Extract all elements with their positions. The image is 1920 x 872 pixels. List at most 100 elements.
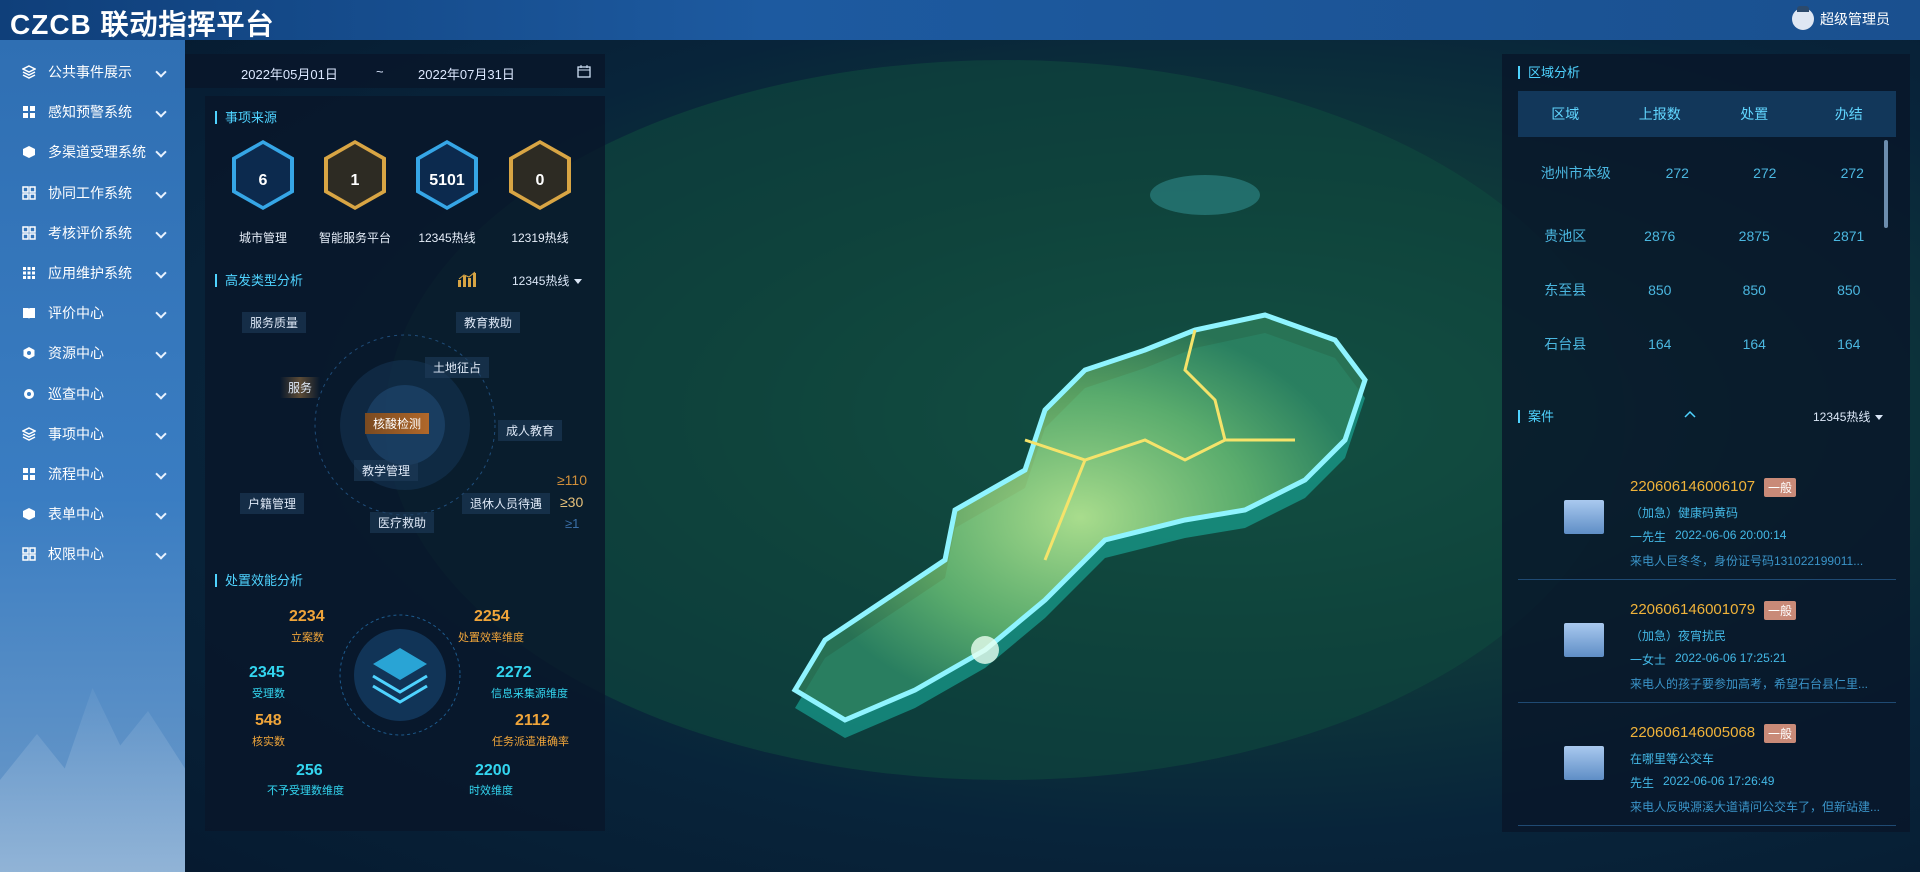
- chevron-up-icon[interactable]: [1683, 409, 1697, 419]
- source-value: 5101: [420, 144, 474, 206]
- sidebar-item-label: 资源中心: [48, 345, 104, 362]
- source-label: 智能服务平台: [318, 231, 391, 245]
- case-desc: 来电人的孩子要参加高考，希望石台县仁里...: [1630, 677, 1869, 691]
- reported-count: 164: [1648, 336, 1672, 352]
- handled-count: 272: [1753, 165, 1777, 181]
- case-desc: 来电人巨冬冬，身份证号码131022199011...: [1630, 554, 1864, 568]
- case-id: 220606146006107: [1630, 478, 1756, 495]
- case-item[interactable]: 220606146001079 一般 （加急）夜宵扰民 一女士 2022-06-…: [1518, 581, 1896, 703]
- user-menu[interactable]: 超级管理员: [1792, 6, 1890, 30]
- stat-label: 核实数: [252, 736, 285, 748]
- sidebar-item-label: 事项中心: [48, 425, 104, 442]
- start-date[interactable]: 2022年05月01日: [241, 64, 338, 83]
- sidebar-item-collab[interactable]: 协同工作系统: [0, 173, 185, 213]
- sidebar-item-label: 应用维护系统: [48, 265, 132, 282]
- cube-icon: [23, 508, 35, 521]
- apps-icon: [22, 185, 36, 200]
- hotspot-tag[interactable]: 核酸检测: [365, 413, 430, 434]
- sidebar-item-matters[interactable]: 事项中心: [0, 414, 185, 454]
- sidebar-item-label: 多渠道受理系统: [48, 144, 146, 161]
- stat-label: 立案数: [291, 632, 324, 644]
- map-glow-point: [971, 636, 999, 664]
- sidebar-item-perception[interactable]: 感知预警系统: [0, 92, 185, 132]
- apps-icon: [22, 547, 36, 562]
- hotspot-tag[interactable]: 户籍管理: [240, 493, 305, 514]
- table-row[interactable]: 石台县 164 164 164: [1518, 317, 1896, 371]
- chevron-down-icon: [155, 106, 167, 118]
- table-row[interactable]: 池州市本级 272 272 272: [1518, 137, 1896, 209]
- stat-value: 2112: [515, 712, 550, 729]
- case-item[interactable]: 220606146006107 一般 （加急）健康码黄码 一先生 2022-06…: [1518, 458, 1896, 580]
- sidebar-item-workflow[interactable]: 流程中心: [0, 454, 185, 494]
- source-label: 城市管理: [238, 231, 287, 245]
- gear-icon: [24, 388, 34, 399]
- sidebar-item-multichannel[interactable]: 多渠道受理系统: [0, 132, 185, 172]
- stat-value: 2254: [474, 608, 510, 625]
- case-time: 2022-06-06 17:25:21: [1675, 651, 1787, 665]
- hotspot-tag[interactable]: 教育救助: [456, 312, 521, 333]
- sidebar-item-label: 感知预警系统: [48, 104, 132, 121]
- source-value: 1: [328, 144, 382, 206]
- calendar-icon[interactable]: [577, 64, 591, 78]
- hotspot-tag[interactable]: 医疗救助: [370, 512, 435, 533]
- handled-count: 164: [1742, 336, 1766, 352]
- chevron-down-icon: [155, 387, 167, 400]
- column-header: 区域: [1551, 106, 1580, 122]
- sidebar-item-inspection[interactable]: 巡查中心: [0, 374, 185, 414]
- region-name: 石台县: [1544, 336, 1587, 352]
- hotspot-filter-dropdown[interactable]: 12345热线: [512, 272, 582, 289]
- chevron-down-icon: [155, 468, 167, 480]
- sidebar-item-assessment[interactable]: 考核评价系统: [0, 213, 185, 253]
- case-desc: 来电人反映源溪大道请问公交车了，但新站建...: [1630, 800, 1881, 814]
- source-value: 6: [236, 144, 290, 206]
- hotspot-tag[interactable]: 教学管理: [354, 460, 419, 481]
- case-person: 一女士: [1630, 653, 1667, 667]
- hotspot-tag[interactable]: 成人教育: [498, 420, 563, 441]
- hotspot-tag[interactable]: 服务质量: [242, 312, 307, 333]
- stat-value: 2345: [249, 664, 285, 681]
- sidebar-item-resources[interactable]: 资源中心: [0, 333, 185, 373]
- reported-count: 2876: [1644, 228, 1676, 244]
- case-level-badge: 一般: [1764, 724, 1797, 743]
- sidebar-item-maintenance[interactable]: 应用维护系统: [0, 253, 185, 293]
- source-label: 12345热线: [418, 231, 476, 245]
- stat-value: 256: [296, 762, 323, 779]
- hotspot-tag[interactable]: 土地征占: [425, 357, 490, 378]
- sidebar-menu: 公共事件展示 感知预警系统 多渠道受理系统 协同工作系统 考核评价系统 应用维护…: [0, 40, 185, 574]
- sidebar-item-public-events[interactable]: 公共事件展示: [0, 52, 185, 92]
- case-person: 一先生: [1630, 530, 1667, 544]
- reported-count: 850: [1648, 282, 1672, 298]
- source-item[interactable]: 1: [324, 140, 386, 210]
- cases-filter-dropdown[interactable]: 12345热线: [1813, 408, 1883, 425]
- hotspot-tag[interactable]: 退休人员待遇: [462, 493, 551, 514]
- sidebar-item-evaluation[interactable]: 评价中心: [0, 293, 185, 333]
- app-brand: CZCB 联动指挥平台: [10, 9, 275, 40]
- sidebar-item-permissions[interactable]: 权限中心: [0, 534, 185, 574]
- case-id: 220606146001079: [1630, 601, 1756, 618]
- table-row[interactable]: 贵池区 2876 2875 2871: [1518, 209, 1896, 263]
- column-header: 上报数: [1638, 106, 1681, 122]
- chevron-down-icon: [155, 347, 167, 359]
- sidebar-item-forms[interactable]: 表单中心: [0, 494, 185, 534]
- end-date[interactable]: 2022年07月31日: [418, 64, 515, 83]
- chevron-down-icon: [155, 548, 167, 560]
- stat-label: 任务派遣准确率: [492, 736, 569, 748]
- source-item[interactable]: 6: [232, 140, 294, 210]
- stat-label: 信息采集源维度: [491, 688, 568, 700]
- top-bar: CZCB 联动指挥平台 超级管理员: [0, 0, 1920, 41]
- table-scrollbar[interactable]: [1884, 140, 1888, 228]
- stat-value: 548: [255, 712, 282, 729]
- stat-label: 不予受理数维度: [267, 785, 344, 797]
- closed-count: 164: [1837, 336, 1861, 352]
- column-header: 办结: [1834, 106, 1863, 122]
- table-row[interactable]: 东至县 850 850 850: [1518, 263, 1896, 317]
- date-range-picker[interactable]: 2022年05月01日 ~ 2022年07月31日: [185, 54, 605, 88]
- source-item[interactable]: 5101: [416, 140, 478, 210]
- sidebar: 公共事件展示 感知预警系统 多渠道受理系统 协同工作系统 考核评价系统 应用维护…: [0, 40, 185, 872]
- chevron-down-icon: [155, 267, 167, 279]
- hotspot-tag[interactable]: 服务: [280, 377, 321, 398]
- case-item[interactable]: 220606146005068 一般 在哪里等公交车 先生 2022-06-06…: [1518, 704, 1896, 826]
- source-item[interactable]: 0: [509, 140, 571, 210]
- bar-chart-icon[interactable]: [457, 270, 483, 288]
- cube-icon: [23, 146, 35, 159]
